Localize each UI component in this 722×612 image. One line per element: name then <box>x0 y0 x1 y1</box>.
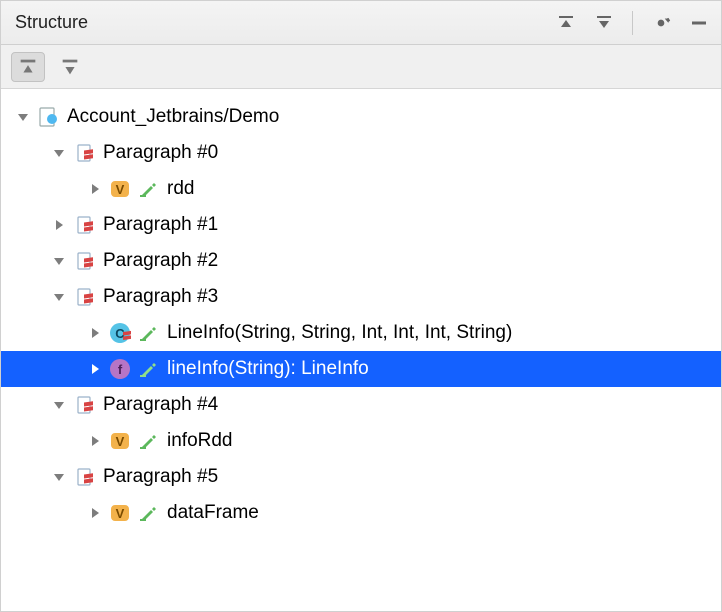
tree-row[interactable]: Paragraph #1 <box>1 207 721 243</box>
value-icon: V <box>109 430 131 452</box>
tree-item-label: Paragraph #4 <box>103 394 218 416</box>
scala-file-icon <box>73 142 95 164</box>
panel-header: Structure <box>1 1 721 45</box>
chevron-down-icon[interactable] <box>51 397 67 413</box>
scroll-up-icon <box>17 56 39 78</box>
scala-file-icon <box>73 250 95 272</box>
svg-text:f: f <box>118 362 123 377</box>
header-actions <box>552 9 713 37</box>
svg-text:V: V <box>116 434 125 449</box>
scala-file-icon <box>73 394 95 416</box>
tree-row[interactable]: V dataFrame <box>1 495 721 531</box>
svg-text:V: V <box>116 506 125 521</box>
chevron-down-icon[interactable] <box>51 289 67 305</box>
chevron-right-icon[interactable] <box>87 325 103 341</box>
tree-item-label: LineInfo(String, String, Int, Int, Int, … <box>167 322 512 344</box>
class-icon: C <box>109 322 131 344</box>
tree-item-label: dataFrame <box>167 502 259 524</box>
tree-row[interactable]: V infoRdd <box>1 423 721 459</box>
panel-title: Structure <box>15 12 552 33</box>
write-access-icon <box>139 504 157 522</box>
collapse-up-icon <box>556 13 576 33</box>
scala-file-icon <box>73 286 95 308</box>
structure-tree[interactable]: Account_Jetbrains/Demo Paragraph #0 V rd… <box>1 89 721 531</box>
expand-all-button[interactable] <box>590 9 618 37</box>
chevron-down-icon[interactable] <box>15 109 31 125</box>
settings-button[interactable] <box>647 9 675 37</box>
gear-icon <box>651 13 671 33</box>
svg-text:V: V <box>116 182 125 197</box>
expand-down-icon <box>594 13 614 33</box>
write-access-icon <box>139 432 157 450</box>
tree-item-label: Account_Jetbrains/Demo <box>67 106 279 128</box>
tree-item-label: Paragraph #2 <box>103 250 218 272</box>
tree-row[interactable]: C LineInfo(String, String, Int, Int, Int… <box>1 315 721 351</box>
chevron-right-icon[interactable] <box>87 361 103 377</box>
value-icon: V <box>109 502 131 524</box>
tree-item-label: Paragraph #3 <box>103 286 218 308</box>
tree-row[interactable]: Paragraph #3 <box>1 279 721 315</box>
tree-row[interactable]: Account_Jetbrains/Demo <box>1 99 721 135</box>
tree-item-label: rdd <box>167 178 194 200</box>
value-icon: V <box>109 178 131 200</box>
tree-item-label: Paragraph #5 <box>103 466 218 488</box>
scroll-down-icon <box>59 56 81 78</box>
scala-file-icon <box>73 466 95 488</box>
tree-row[interactable]: V rdd <box>1 171 721 207</box>
collapse-all-button[interactable] <box>552 9 580 37</box>
tree-item-label: infoRdd <box>167 430 233 452</box>
write-access-icon <box>139 360 157 378</box>
notebook-icon <box>37 106 59 128</box>
chevron-down-icon[interactable] <box>51 253 67 269</box>
separator <box>632 11 633 35</box>
hide-panel-button[interactable] <box>685 9 713 37</box>
tree-item-label: Paragraph #0 <box>103 142 218 164</box>
scala-file-icon <box>73 214 95 236</box>
function-icon: f <box>109 358 131 380</box>
tree-row[interactable]: Paragraph #0 <box>1 135 721 171</box>
chevron-down-icon[interactable] <box>51 145 67 161</box>
tree-item-label: Paragraph #1 <box>103 214 218 236</box>
tree-row[interactable]: Paragraph #4 <box>1 387 721 423</box>
chevron-down-icon[interactable] <box>51 469 67 485</box>
write-access-icon <box>139 180 157 198</box>
chevron-right-icon[interactable] <box>87 505 103 521</box>
chevron-right-icon[interactable] <box>87 181 103 197</box>
autoscroll-to-source-button[interactable] <box>11 52 45 82</box>
minimize-icon <box>689 13 709 33</box>
tree-row[interactable]: Paragraph #5 <box>1 459 721 495</box>
tree-item-label: lineInfo(String): LineInfo <box>167 358 369 380</box>
chevron-right-icon[interactable] <box>51 217 67 233</box>
tree-row[interactable]: f lineInfo(String): LineInfo <box>1 351 721 387</box>
autoscroll-from-source-button[interactable] <box>53 52 87 82</box>
structure-toolbar <box>1 45 721 89</box>
chevron-right-icon[interactable] <box>87 433 103 449</box>
tree-row[interactable]: Paragraph #2 <box>1 243 721 279</box>
write-access-icon <box>139 324 157 342</box>
